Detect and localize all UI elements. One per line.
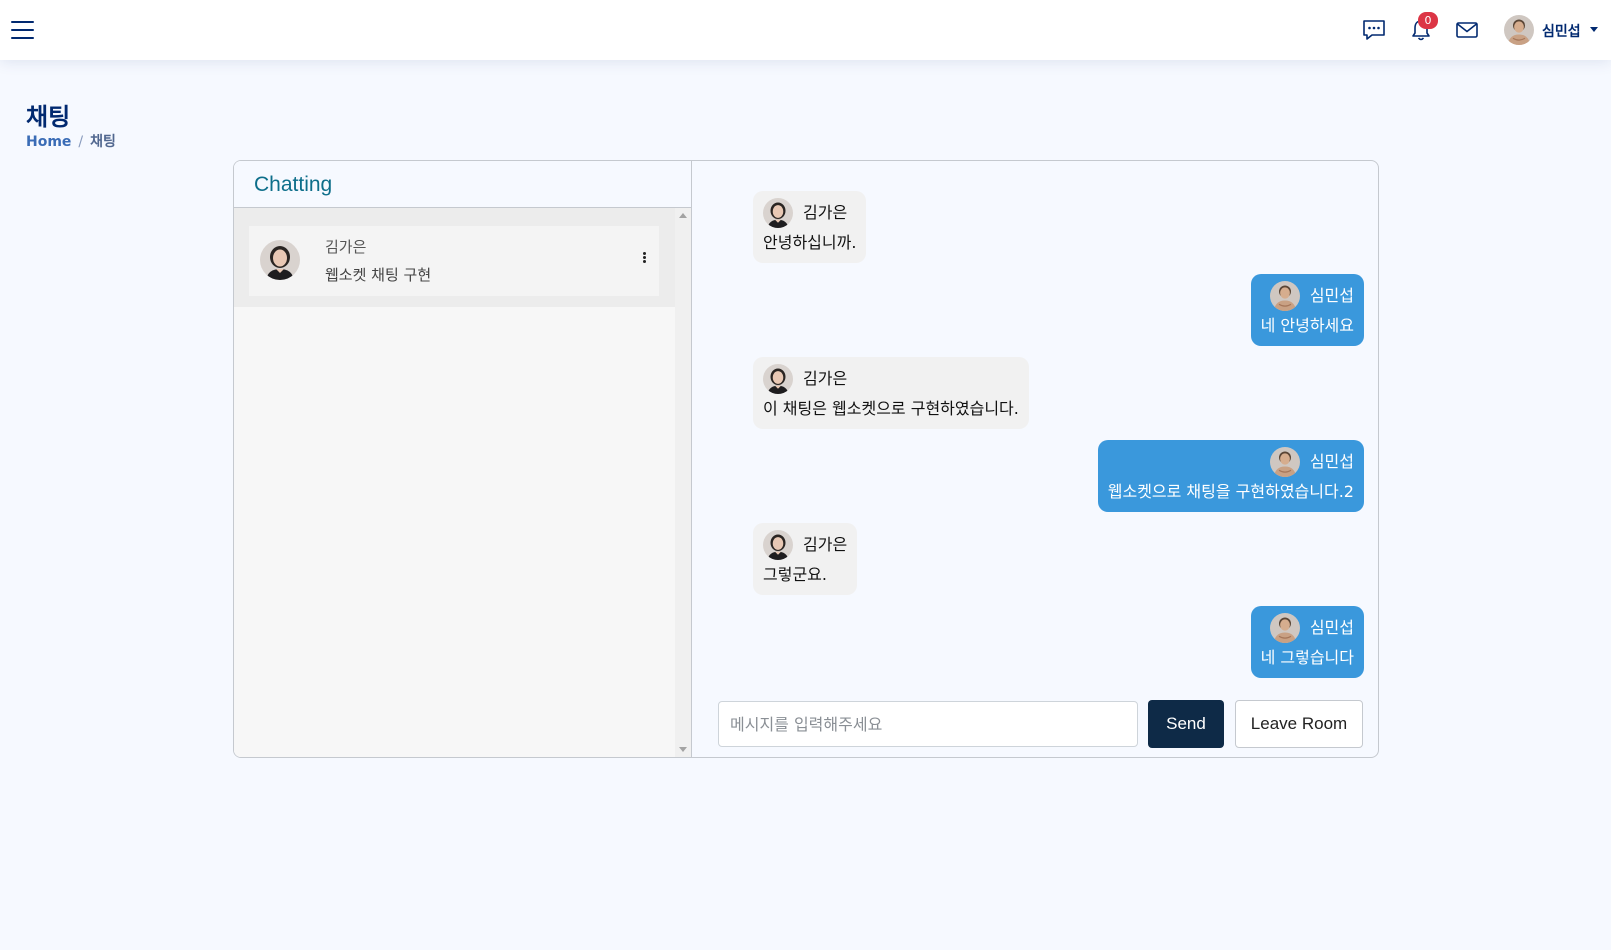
message-outgoing: 심민섭 네 안녕하세요 [1250, 274, 1364, 346]
scroll-up-arrow-icon[interactable] [679, 213, 687, 218]
sender-avatar [763, 364, 793, 394]
chat-dots-icon[interactable] [1360, 16, 1388, 44]
message-sender: 김가은 [803, 203, 848, 222]
leave-room-button[interactable]: Leave Room [1235, 700, 1363, 748]
sender-avatar [1270, 613, 1300, 643]
notification-badge: 0 [1418, 12, 1438, 29]
room-item[interactable]: 김가은 웹소켓 채팅 구현 [249, 226, 659, 296]
message-text: 네 안녕하세요 [1260, 316, 1354, 335]
kebab-icon[interactable] [641, 251, 647, 271]
message-text: 안녕하십니까. [763, 233, 857, 252]
scroll-down-arrow-icon[interactable] [679, 747, 687, 752]
envelope-icon[interactable] [1453, 16, 1481, 44]
room-list-header: Chatting [234, 161, 691, 208]
room-list-scrollbar[interactable] [675, 208, 691, 757]
room-last-message: 웹소켓 채팅 구현 [325, 266, 432, 284]
chat-card: Chatting 김가은 웹소켓 채팅 구현 김가은 안녕하십니까. 심민섭 네… [233, 160, 1379, 758]
sender-avatar [1270, 281, 1300, 311]
caret-down-icon[interactable] [1590, 27, 1598, 32]
message-incoming: 김가은 그렇군요. [753, 523, 858, 595]
message-text: 이 채팅은 웹소켓으로 구현하였습니다. [763, 399, 1019, 418]
sender-avatar [763, 198, 793, 228]
message-sender: 심민섭 [1309, 452, 1354, 471]
send-button[interactable]: Send [1148, 700, 1224, 748]
room-avatar [260, 240, 300, 280]
room-item-row: 김가은 웹소켓 채팅 구현 [234, 208, 675, 307]
profile-avatar[interactable] [1504, 15, 1534, 45]
breadcrumb-separator: / [78, 134, 84, 150]
room-name: 김가은 [325, 238, 367, 256]
message-panel: 김가은 안녕하십니까. 심민섭 네 안녕하세요 김가은 이 채팅은 웹소켓으로 … [693, 161, 1378, 757]
profile-name[interactable]: 심민섭 [1542, 21, 1581, 41]
message-text: 네 그렇습니다 [1260, 648, 1354, 667]
breadcrumb: Home / 채팅 [26, 131, 116, 151]
room-list-title: Chatting [254, 173, 333, 196]
message-sender: 심민섭 [1309, 618, 1354, 637]
top-header: 0 심민섭 [0, 0, 1611, 60]
message-text: 웹소켓으로 채팅을 구현하였습니다.2 [1107, 482, 1354, 501]
message-sender: 심민섭 [1309, 286, 1354, 305]
breadcrumb-home-link[interactable]: Home [26, 134, 71, 150]
message-text: 그렇군요. [763, 565, 827, 584]
message-incoming: 김가은 이 채팅은 웹소켓으로 구현하였습니다. [753, 357, 1029, 429]
breadcrumb-current: 채팅 [90, 134, 116, 150]
message-outgoing: 심민섭 네 그렇습니다 [1250, 606, 1364, 678]
sender-avatar [763, 530, 793, 560]
page-title: 채팅 [26, 103, 71, 131]
room-list: 김가은 웹소켓 채팅 구현 [234, 208, 675, 757]
message-sender: 김가은 [803, 369, 848, 388]
message-outgoing: 심민섭 웹소켓으로 채팅을 구현하였습니다.2 [1097, 440, 1364, 512]
room-list-panel: Chatting 김가은 웹소켓 채팅 구현 [234, 161, 692, 757]
message-incoming: 김가은 안녕하십니까. [753, 191, 867, 263]
sender-avatar [1270, 447, 1300, 477]
hamburger-icon[interactable] [11, 19, 34, 41]
message-input[interactable] [718, 701, 1138, 747]
message-sender: 김가은 [803, 535, 848, 554]
